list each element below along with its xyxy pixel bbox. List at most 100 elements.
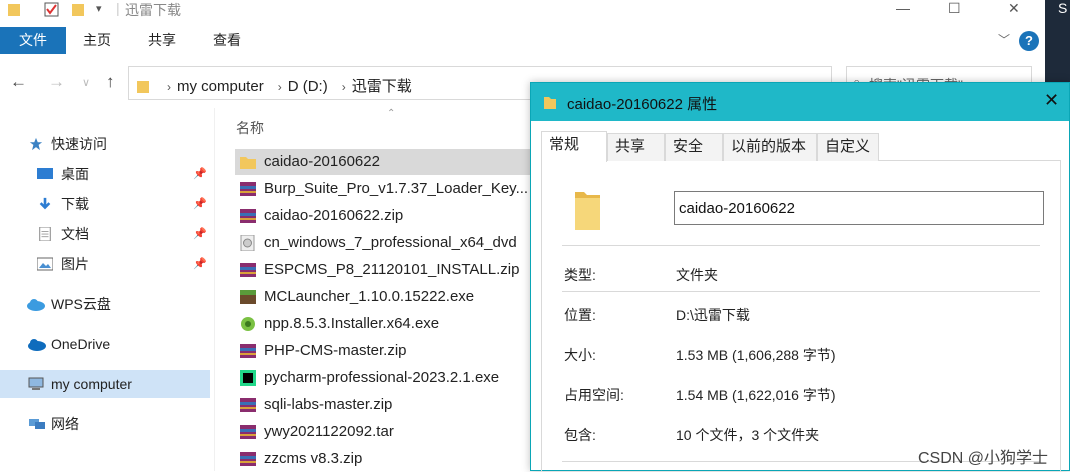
maximize-button[interactable]: ☐ — [948, 0, 961, 17]
list-item[interactable]: zzcms v8.3.zip — [235, 446, 545, 472]
prop-value-size: 1.53 MB (1,606,288 字节) — [676, 347, 836, 363]
pin-icon: 📌 — [193, 168, 207, 180]
dialog-tabs: 常规 共享 安全 以前的版本 自定义 — [541, 131, 1061, 162]
nav-item-network[interactable]: 网络 — [0, 410, 210, 438]
folder-icon — [240, 157, 256, 169]
tab-file[interactable]: 文件 — [0, 27, 66, 54]
archive-icon — [240, 452, 256, 466]
divider — [562, 245, 1040, 246]
folder-name-field[interactable] — [674, 191, 1044, 225]
archive-icon — [240, 263, 256, 277]
breadcrumb-my-computer[interactable]: my computer — [177, 78, 264, 95]
sort-caret-icon: ⌃ — [387, 108, 396, 119]
computer-icon — [28, 377, 44, 390]
chevron-down-icon[interactable]: ﹀ — [998, 31, 1010, 48]
document-icon — [39, 227, 51, 241]
breadcrumb-xunlei[interactable]: 迅雷下载 — [352, 78, 412, 95]
prop-label-contains: 包含: — [564, 427, 596, 443]
dialog-general-panel: 类型: 文件夹 位置: D:\迅雷下载 大小: 1.53 MB (1,606,2… — [541, 161, 1061, 471]
pin-icon: 📌 — [193, 228, 207, 240]
cloud-icon — [27, 299, 45, 311]
nav-item-onedrive[interactable]: OneDrive — [0, 330, 210, 358]
list-item[interactable]: ESPCMS_P8_21120101_INSTALL.zip — [235, 257, 545, 283]
list-item[interactable]: cn_windows_7_professional_x64_dvd — [235, 230, 545, 256]
tab-customize[interactable]: 自定义 — [817, 133, 879, 161]
tab-home[interactable]: 主页 — [83, 27, 111, 54]
prop-label-size: 大小: — [564, 347, 596, 363]
tab-security[interactable]: 安全 — [665, 133, 723, 161]
tab-previous-versions[interactable]: 以前的版本 — [723, 133, 817, 161]
folder-icon — [544, 97, 556, 109]
nav-item-documents[interactable]: 文档 📌 — [0, 220, 210, 248]
nav-item-quick-access[interactable]: 快速访问 — [0, 130, 210, 158]
nav-item-downloads[interactable]: 下载 📌 — [0, 190, 210, 218]
archive-icon — [240, 182, 256, 196]
tab-general[interactable]: 常规 — [541, 131, 607, 162]
watermark: CSDN @小狗学士 — [918, 450, 1049, 467]
tab-sharing[interactable]: 共享 — [607, 133, 665, 161]
prop-value-contains: 10 个文件，3 个文件夹 — [676, 427, 820, 443]
up-arrow-icon[interactable]: ↑ — [106, 72, 115, 92]
list-item[interactable]: npp.8.5.3.Installer.x64.exe — [235, 311, 545, 337]
prop-label-type: 类型: — [564, 267, 596, 283]
help-button[interactable]: ? — [1019, 31, 1039, 51]
pycharm-icon — [240, 370, 256, 386]
ribbon-tabs: 文件 主页 共享 查看 ﹀ ? — [0, 27, 1045, 55]
forward-arrow-icon[interactable]: → — [48, 72, 65, 92]
dialog-close-button[interactable]: ✕ — [1044, 90, 1059, 111]
quick-access-dropdown-icon[interactable]: ▾ — [96, 2, 102, 15]
pin-icon: 📌 — [193, 258, 207, 270]
list-item[interactable]: ywy2021122092.tar — [235, 419, 545, 445]
list-item[interactable]: sqli-labs-master.zip — [235, 392, 545, 418]
network-icon — [29, 419, 45, 429]
list-item[interactable]: caidao-20160622 — [235, 149, 545, 175]
list-item[interactable]: PHP-CMS-master.zip — [235, 338, 545, 364]
title-bar: ▾ | 迅雷下载 — ☐ ✕ — [0, 0, 1045, 18]
list-item[interactable]: pycharm-professional-2023.2.1.exe — [235, 365, 545, 391]
tab-share[interactable]: 共享 — [148, 27, 176, 54]
breadcrumb-drive-d[interactable]: D (D:) — [288, 78, 328, 95]
dialog-title-bar: caidao-20160622 属性 ✕ — [531, 83, 1069, 121]
close-button[interactable]: ✕ — [1008, 0, 1020, 17]
navigation-pane: 快速访问 桌面 📌 下载 📌 文档 📌 图片 📌 WPS云盘 OneDrive … — [0, 108, 212, 471]
properties-checkbox-icon[interactable] — [44, 2, 60, 18]
crumb-separator-icon: › — [277, 80, 282, 94]
nav-item-desktop[interactable]: 桌面 📌 — [0, 160, 210, 188]
title-separator: | — [116, 0, 120, 16]
divider — [562, 291, 1040, 292]
dialog-title: caidao-20160622 属性 — [567, 96, 718, 113]
minecraft-icon — [240, 290, 256, 304]
list-item[interactable]: Burp_Suite_Pro_v1.7.37_Loader_Key... — [235, 176, 545, 202]
nav-item-wps-cloud[interactable]: WPS云盘 — [0, 290, 210, 318]
folder-icon — [575, 192, 600, 230]
prop-label-size-on-disk: 占用空间: — [564, 387, 624, 403]
download-icon — [39, 197, 51, 210]
nav-item-pictures[interactable]: 图片 📌 — [0, 250, 210, 278]
star-icon — [29, 137, 43, 151]
prop-label-location: 位置: — [564, 307, 596, 323]
prop-value-type: 文件夹 — [676, 267, 718, 283]
list-item[interactable]: MCLauncher_1.10.0.15222.exe — [235, 284, 545, 310]
prop-value-location: D:\迅雷下载 — [676, 307, 750, 323]
archive-icon — [240, 209, 256, 223]
folder-icon — [137, 81, 149, 93]
onedrive-icon — [28, 339, 46, 351]
column-header-name[interactable]: 名称 — [236, 118, 264, 138]
new-folder-icon[interactable] — [72, 2, 84, 16]
recent-dropdown-icon[interactable]: ∨ — [82, 76, 90, 89]
tab-view[interactable]: 查看 — [213, 27, 241, 54]
minimize-button[interactable]: — — [896, 0, 910, 16]
picture-icon — [37, 257, 53, 271]
crumb-separator-icon: › — [341, 80, 346, 94]
list-item[interactable]: caidao-20160622.zip — [235, 203, 545, 229]
desktop-icon — [37, 168, 53, 179]
desktop-edge-glyph: S — [1058, 0, 1068, 16]
back-arrow-icon[interactable]: ← — [10, 72, 27, 92]
properties-dialog: caidao-20160622 属性 ✕ 常规 共享 安全 以前的版本 自定义 … — [530, 82, 1070, 471]
prop-value-size-on-disk: 1.54 MB (1,622,016 字节) — [676, 387, 836, 403]
archive-icon — [240, 398, 256, 412]
archive-icon — [240, 344, 256, 358]
disc-icon — [240, 235, 255, 251]
crumb-separator-icon: › — [167, 80, 171, 94]
nav-item-my-computer[interactable]: my computer — [0, 370, 210, 398]
